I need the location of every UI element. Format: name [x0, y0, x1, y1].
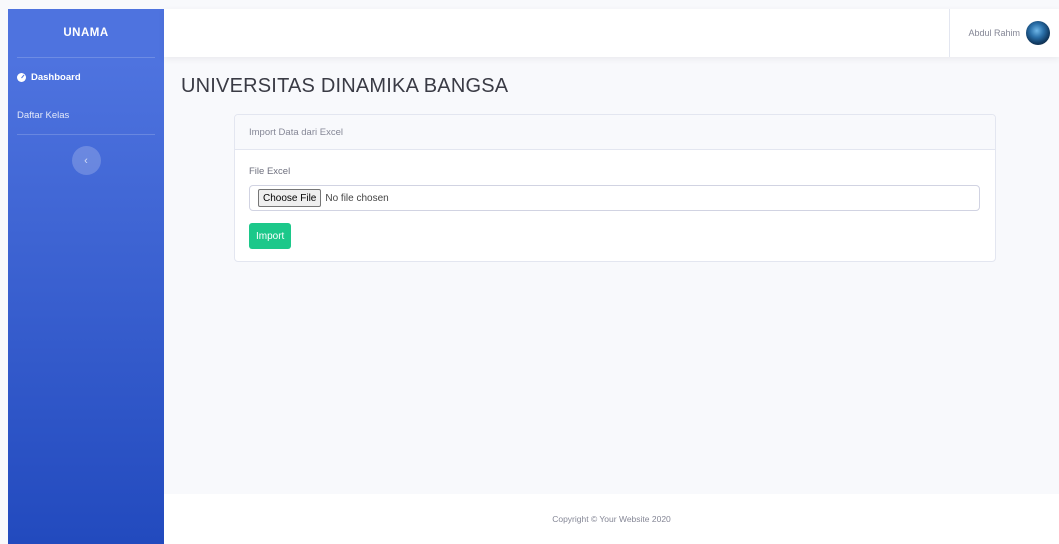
- sidebar-toggle-button[interactable]: ‹: [71, 146, 101, 175]
- sidebar-item-daftar-kelas[interactable]: Daftar Kelas: [8, 96, 164, 134]
- chevron-left-icon: ‹: [84, 154, 88, 167]
- page-title: UNIVERSITAS DINAMIKA BANGSA: [181, 75, 509, 97]
- file-field-label: File Excel: [249, 166, 291, 177]
- sidebar-divider: [17, 134, 155, 135]
- sidebar-item-label: Dashboard: [31, 71, 81, 83]
- file-input[interactable]: Choose File No file chosen: [249, 185, 980, 211]
- sidebar-item-label: Daftar Kelas: [17, 109, 70, 121]
- user-dropdown[interactable]: Abdul Rahim: [949, 9, 1050, 57]
- avatar: [1026, 21, 1050, 45]
- topbar: Abdul Rahim: [164, 9, 1059, 57]
- copyright-text: Copyright © Your Website 2020: [552, 514, 671, 524]
- card-header: Import Data dari Excel: [235, 115, 995, 150]
- sidebar: UNAMA Dashboard Daftar Kelas ‹: [8, 9, 164, 544]
- file-status: No file chosen: [325, 192, 389, 204]
- import-card: Import Data dari Excel File Excel Choose…: [234, 114, 996, 262]
- footer: Copyright © Your Website 2020: [164, 494, 1059, 544]
- choose-file-button[interactable]: Choose File: [258, 189, 322, 207]
- import-button[interactable]: Import: [249, 223, 292, 249]
- brand-logo[interactable]: UNAMA: [8, 9, 164, 57]
- brand-text: UNAMA: [63, 27, 109, 39]
- sidebar-item-dashboard[interactable]: Dashboard: [8, 58, 164, 96]
- tachometer-icon: [17, 72, 26, 82]
- user-name: Abdul Rahim: [968, 28, 1020, 38]
